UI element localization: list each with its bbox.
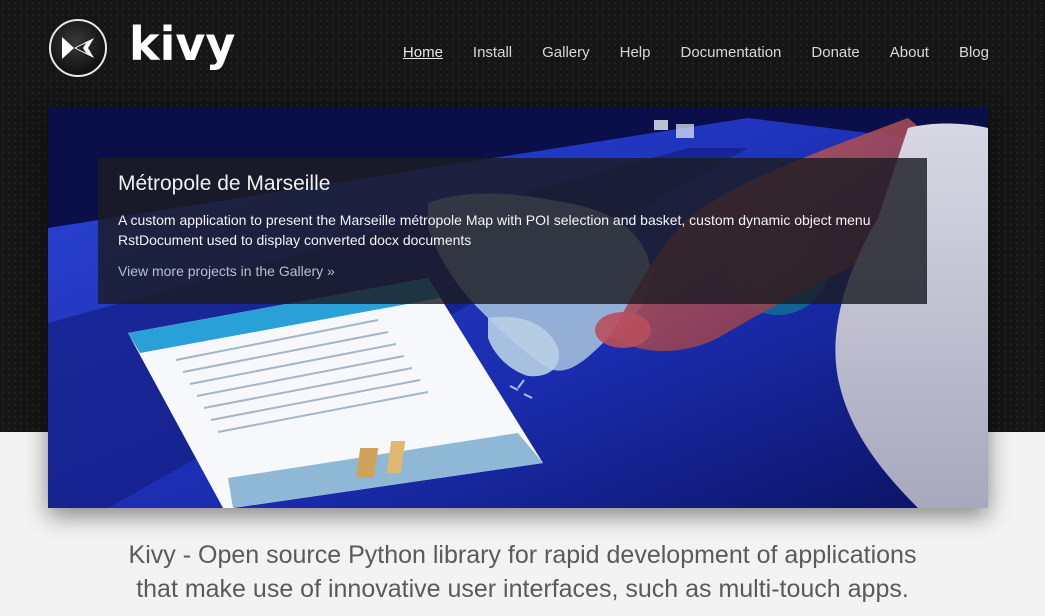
slide-title: Métropole de Marseille bbox=[118, 172, 331, 195]
tagline: Kivy - Open source Python library for ra… bbox=[0, 538, 1045, 606]
logo-wordmark: kivy bbox=[129, 17, 236, 71]
nav-help[interactable]: Help bbox=[620, 44, 651, 61]
nav-gallery[interactable]: Gallery bbox=[542, 44, 590, 61]
hero-slide[interactable]: Métropole de Marseille A custom applicat… bbox=[48, 108, 988, 508]
main-nav: Home Install Gallery Help Documentation … bbox=[373, 44, 989, 61]
nav-install[interactable]: Install bbox=[473, 44, 512, 61]
nav-documentation[interactable]: Documentation bbox=[680, 44, 781, 61]
tagline-line-2: that make use of innovative user interfa… bbox=[136, 575, 909, 603]
kivy-logo-icon bbox=[49, 19, 107, 77]
logo-link[interactable]: kivy bbox=[49, 19, 235, 77]
nav-home[interactable]: Home bbox=[403, 44, 443, 61]
tagline-line-1: Kivy - Open source Python library for ra… bbox=[128, 541, 917, 569]
slide-description: A custom application to present the Mars… bbox=[118, 212, 871, 248]
gallery-link[interactable]: View more projects in the Gallery » bbox=[118, 263, 335, 279]
nav-blog[interactable]: Blog bbox=[959, 44, 989, 61]
slide-caption: Métropole de Marseille A custom applicat… bbox=[98, 158, 927, 304]
nav-donate[interactable]: Donate bbox=[811, 44, 859, 61]
nav-about[interactable]: About bbox=[890, 44, 929, 61]
